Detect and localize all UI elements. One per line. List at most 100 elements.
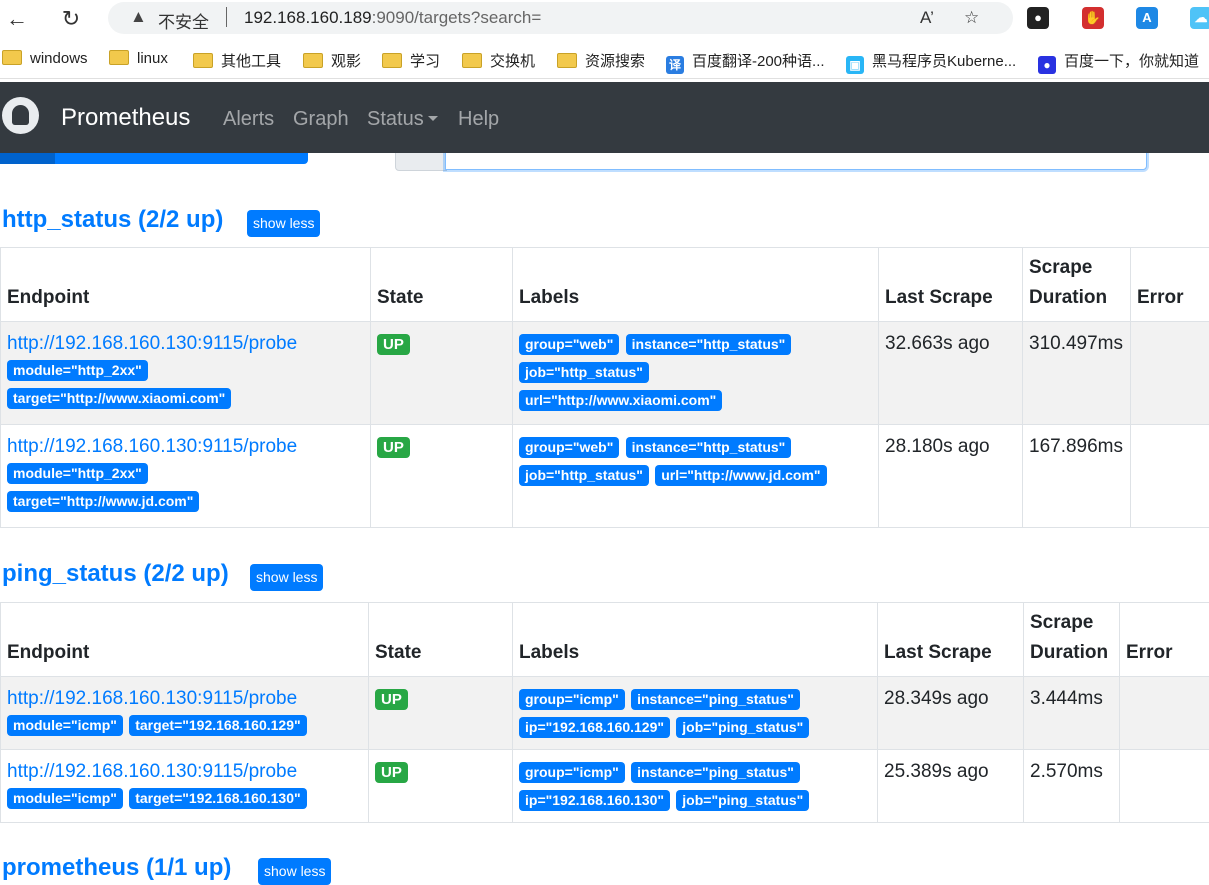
paw-icon: ● [1038,56,1056,74]
state-cell: UP [370,321,513,425]
endpoint-cell: http://192.168.160.130:9115/probe module… [0,676,369,750]
error-cell [1119,676,1209,750]
section-title-ping-status[interactable]: ping_status (2/2 up) [2,560,229,588]
folder-icon [109,50,129,65]
show-less-button[interactable]: show less [247,210,321,237]
back-icon[interactable]: ← [4,6,30,32]
col-error: Error [1119,602,1209,677]
endpoint-link[interactable]: http://192.168.160.130:9115/probe [7,687,362,711]
param-badge: module="icmp" [7,788,123,809]
bookmark-linux[interactable]: linux [109,50,168,67]
error-cell [1130,321,1209,425]
security-status: 不安全 [158,13,209,32]
reload-icon[interactable]: ↻ [58,6,84,32]
table-header-row: Endpoint State Labels Last Scrape Scrape… [0,602,1209,677]
cloud-icon[interactable]: ☁ [1190,7,1209,29]
browser-toolbar: ← ↻ ▲ 不安全 192.168.160.189:9090/targets?s… [0,0,1209,38]
endpoint-cell: http://192.168.160.130:9115/probe module… [0,321,371,425]
section-title-http-status[interactable]: http_status (2/2 up) [2,206,223,234]
bookmark-baidu[interactable]: ● 百度一下，你就知道 [1038,50,1199,74]
nav-graph[interactable]: Graph [293,108,349,131]
show-less-button[interactable]: show less [258,858,332,885]
targets-table-ping-status: Endpoint State Labels Last Scrape Scrape… [0,602,1209,823]
bookmark-heima[interactable]: ▣ 黑马程序员Kuberne... [846,50,1016,74]
table-row: http://192.168.160.130:9115/probe module… [0,676,1209,750]
bookmark-study[interactable]: 学习 [382,50,440,71]
nav-help[interactable]: Help [458,108,499,131]
state-badge: UP [377,334,410,355]
translate-icon: 译 [666,56,684,74]
add-favorite-icon[interactable]: ☆ [964,8,979,28]
caret-down-icon [427,116,438,121]
col-scrape-duration: Scrape Duration [1022,247,1131,322]
address-bar[interactable]: ▲ 不安全 192.168.160.189:9090/targets?searc… [108,2,1013,34]
bookmark-movies[interactable]: 观影 [303,50,361,71]
label-badge: job="ping_status" [676,717,810,738]
url-text[interactable]: 192.168.160.189:9090/targets?search= [244,8,541,28]
nav-alerts[interactable]: Alerts [223,108,274,131]
error-cell [1130,424,1209,528]
app-navbar: Prometheus Alerts Graph Status Help [0,82,1209,153]
label-badge: group="web" [519,437,620,458]
bookmark-tools[interactable]: 其他工具 [193,50,281,71]
endpoint-link[interactable]: http://192.168.160.130:9115/probe [7,332,364,356]
label-badge: group="web" [519,334,620,355]
bookmarks-bar: windows linux 其他工具 观影 学习 交换机 资源搜索 译百度翻译-… [0,42,1209,79]
label-badge: url="http://www.jd.com" [655,465,827,486]
bookmark-windows[interactable]: windows [2,50,88,67]
adblock-icon[interactable]: ✋ [1082,7,1104,29]
endpoint-cell: http://192.168.160.130:9115/probe module… [0,749,369,823]
col-scrape-duration: Scrape Duration [1023,602,1120,677]
folder-icon [382,53,402,68]
warning-icon: ▲ [130,7,147,26]
label-badge: job="http_status" [519,362,649,383]
nav-status-label: Status [367,108,424,130]
bookmark-switch[interactable]: 交换机 [462,50,535,71]
nav-status[interactable]: Status [367,108,438,131]
table-row: http://192.168.160.130:9115/probe module… [0,321,1209,425]
param-badge: target="192.168.160.129" [129,715,307,736]
labels-cell: group="icmp" instance="ping_status" ip="… [512,676,878,750]
labels-cell: group="icmp" instance="ping_status" ip="… [512,749,878,823]
label-badge: group="icmp" [519,689,625,710]
col-state: State [368,602,513,677]
endpoint-link[interactable]: http://192.168.160.130:9115/probe [7,435,364,459]
label-badge: job="http_status" [519,465,649,486]
error-cell [1119,749,1209,823]
translate-icon[interactable]: A [1136,7,1158,29]
endpoint-link[interactable]: http://192.168.160.130:9115/probe [7,760,362,784]
tv-icon: ▣ [846,56,864,74]
state-badge: UP [375,762,408,783]
label-badge: group="icmp" [519,762,625,783]
brand-title[interactable]: Prometheus [61,104,190,132]
labels-cell: group="web" instance="http_status" job="… [512,424,879,528]
folder-icon [193,53,213,68]
url-path: :9090/targets?search= [371,8,542,27]
section-title-prometheus[interactable]: prometheus (1/1 up) [2,854,231,882]
targets-table-http-status: Endpoint State Labels Last Scrape Scrape… [0,247,1209,528]
col-state: State [370,247,513,322]
col-last-scrape: Last Scrape [878,247,1023,322]
last-scrape-cell: 28.349s ago [877,676,1024,750]
label-badge: instance="http_status" [625,334,792,355]
table-row: http://192.168.160.130:9115/probe module… [0,749,1209,823]
param-badge: target="192.168.160.130" [129,788,307,809]
label-badge: job="ping_status" [676,790,810,811]
bookmark-resources[interactable]: 资源搜索 [557,50,645,71]
folder-icon [2,50,22,65]
prometheus-logo-icon[interactable] [2,97,39,134]
show-less-button[interactable]: show less [250,564,324,591]
extension-icon[interactable]: ● [1027,7,1049,29]
duration-cell: 3.444ms [1023,676,1120,750]
label-badge: ip="192.168.160.129" [519,717,670,738]
state-cell: UP [368,749,513,823]
param-badge: target="http://www.xiaomi.com" [7,388,232,409]
read-aloud-icon[interactable]: A’ [920,8,934,28]
duration-cell: 310.497ms [1022,321,1131,425]
col-labels: Labels [512,247,879,322]
bookmark-baidu-translate[interactable]: 译百度翻译-200种语... [666,50,825,74]
param-badge: target="http://www.jd.com" [7,491,200,512]
last-scrape-cell: 28.180s ago [878,424,1023,528]
col-endpoint: Endpoint [0,602,369,677]
col-labels: Labels [512,602,878,677]
